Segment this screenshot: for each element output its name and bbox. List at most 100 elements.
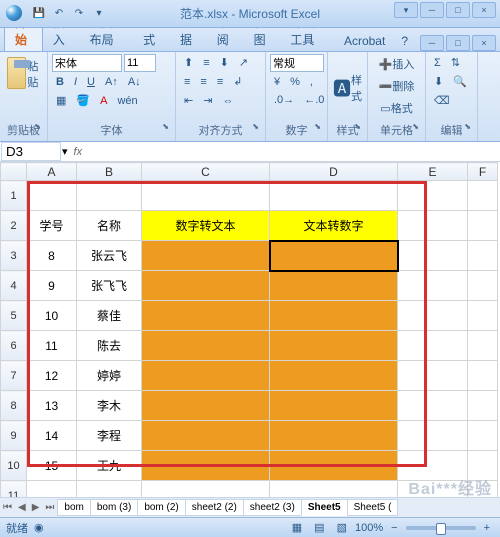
cell[interactable]: 10	[27, 301, 77, 331]
format-cells-button[interactable]: ▭格式	[372, 98, 421, 118]
formula-input[interactable]	[88, 143, 500, 160]
row-header[interactable]: 8	[1, 391, 27, 421]
doc-restore-button[interactable]: □	[446, 2, 470, 18]
align-bottom-icon[interactable]: ⬇	[216, 54, 233, 71]
cell[interactable]: 蔡佳	[77, 301, 142, 331]
view-break-icon[interactable]: ▧	[333, 519, 351, 536]
cell[interactable]: 11	[27, 331, 77, 361]
currency-icon[interactable]: ¥	[270, 74, 284, 90]
col-header[interactable]: B	[77, 163, 142, 181]
cell[interactable]: 12	[27, 361, 77, 391]
row-header[interactable]: 6	[1, 331, 27, 361]
align-middle-icon[interactable]: ≡	[199, 55, 213, 71]
cell[interactable]: 陈去	[77, 331, 142, 361]
number-format-combo[interactable]	[270, 54, 324, 72]
cell[interactable]: 数字转文本	[142, 211, 270, 241]
sheet-tab[interactable]: bom (3)	[90, 499, 138, 516]
row-header[interactable]: 5	[1, 301, 27, 331]
sheet-tab[interactable]: bom (2)	[137, 499, 185, 516]
view-layout-icon[interactable]: ▤	[310, 519, 328, 536]
tab-nav-next-icon[interactable]: ▶	[29, 502, 43, 513]
doc-minimize-button[interactable]: ─	[420, 2, 444, 18]
wrap-text-icon[interactable]: ↲	[229, 73, 246, 90]
decrease-indent-icon[interactable]: ⇤	[180, 92, 197, 109]
fill-color-button[interactable]: 🪣	[72, 92, 94, 109]
borders-button[interactable]: ▦	[52, 92, 70, 109]
cell[interactable]: 婷婷	[77, 361, 142, 391]
grow-font-icon[interactable]: A↑	[101, 74, 122, 90]
cell[interactable]	[142, 331, 270, 361]
cell[interactable]	[142, 391, 270, 421]
cell[interactable]: 王九	[77, 451, 142, 481]
align-center-icon[interactable]: ≡	[196, 74, 210, 90]
insert-cells-button[interactable]: ➕插入	[372, 54, 421, 74]
sheet-tab-active[interactable]: Sheet5	[301, 499, 348, 516]
row-header[interactable]: 2	[1, 211, 27, 241]
find-select-icon[interactable]: 🔍	[449, 73, 471, 90]
help-icon[interactable]: ?	[395, 31, 414, 51]
cell[interactable]	[270, 331, 398, 361]
cell[interactable]: 李木	[77, 391, 142, 421]
font-name-combo[interactable]	[52, 54, 122, 72]
zoom-slider[interactable]	[406, 526, 476, 530]
shrink-font-icon[interactable]: A↓	[124, 74, 145, 90]
cell[interactable]	[142, 241, 270, 271]
cell[interactable]: 名称	[77, 211, 142, 241]
cell[interactable]	[270, 301, 398, 331]
row-header[interactable]: 3	[1, 241, 27, 271]
cell[interactable]: 学号	[27, 211, 77, 241]
align-right-icon[interactable]: ≡	[213, 74, 227, 90]
qat-dropdown-icon[interactable]: ▾	[90, 4, 108, 22]
fill-icon[interactable]: ⬇	[430, 73, 447, 90]
align-left-icon[interactable]: ≡	[180, 74, 194, 90]
win-restore-button[interactable]: □	[446, 35, 470, 51]
font-size-combo[interactable]	[124, 54, 156, 72]
underline-button[interactable]: U	[83, 74, 99, 90]
bold-button[interactable]: B	[52, 74, 68, 90]
col-header[interactable]: E	[398, 163, 468, 181]
tab-nav-prev-icon[interactable]: ◀	[15, 502, 29, 513]
cell[interactable]: 8	[27, 241, 77, 271]
styles-button[interactable]: 🅰样式	[329, 70, 366, 106]
active-cell[interactable]	[270, 241, 398, 271]
cell[interactable]: 张云飞	[77, 241, 142, 271]
redo-icon[interactable]: ↷	[70, 4, 88, 22]
cell[interactable]	[142, 451, 270, 481]
select-all-corner[interactable]	[1, 163, 27, 181]
percent-icon[interactable]: %	[286, 74, 304, 90]
col-header[interactable]: C	[142, 163, 270, 181]
cell[interactable]: 15	[27, 451, 77, 481]
undo-icon[interactable]: ↶	[50, 4, 68, 22]
cell[interactable]	[270, 361, 398, 391]
zoom-in-button[interactable]: +	[480, 520, 494, 536]
row-header[interactable]: 10	[1, 451, 27, 481]
phonetic-button[interactable]: wén	[113, 93, 141, 109]
zoom-out-button[interactable]: −	[387, 520, 401, 536]
cell[interactable]	[142, 361, 270, 391]
tab-nav-first-icon[interactable]: ⏮	[0, 502, 15, 513]
save-icon[interactable]: 💾	[30, 4, 48, 22]
italic-button[interactable]: I	[70, 74, 81, 90]
worksheet-area[interactable]: A B C D E F 1 2 学号 名称 数字转文本 文本转数字 38张云飞 …	[0, 162, 500, 497]
row-header[interactable]: 11	[1, 481, 27, 498]
sheet-tab[interactable]: Sheet5 (	[347, 499, 399, 516]
decrease-decimal-icon[interactable]: ←.0	[300, 92, 328, 108]
cell[interactable]: 张飞飞	[77, 271, 142, 301]
cell[interactable]	[142, 421, 270, 451]
tab-acrobat[interactable]: Acrobat	[334, 31, 395, 51]
col-header[interactable]: D	[270, 163, 398, 181]
row-header[interactable]: 1	[1, 181, 27, 211]
view-normal-icon[interactable]: ▦	[288, 519, 306, 536]
sheet-tab[interactable]: sheet2 (3)	[243, 499, 302, 516]
row-header[interactable]: 4	[1, 271, 27, 301]
cell[interactable]: 文本转数字	[270, 211, 398, 241]
cell[interactable]	[142, 301, 270, 331]
comma-icon[interactable]: ,	[306, 74, 317, 90]
fx-icon[interactable]: fx	[68, 146, 89, 158]
cell[interactable]	[270, 421, 398, 451]
row-header[interactable]: 9	[1, 421, 27, 451]
orientation-icon[interactable]: ↗	[235, 54, 252, 71]
cell[interactable]: 14	[27, 421, 77, 451]
clear-icon[interactable]: ⌫	[430, 92, 454, 109]
cell[interactable]	[270, 451, 398, 481]
